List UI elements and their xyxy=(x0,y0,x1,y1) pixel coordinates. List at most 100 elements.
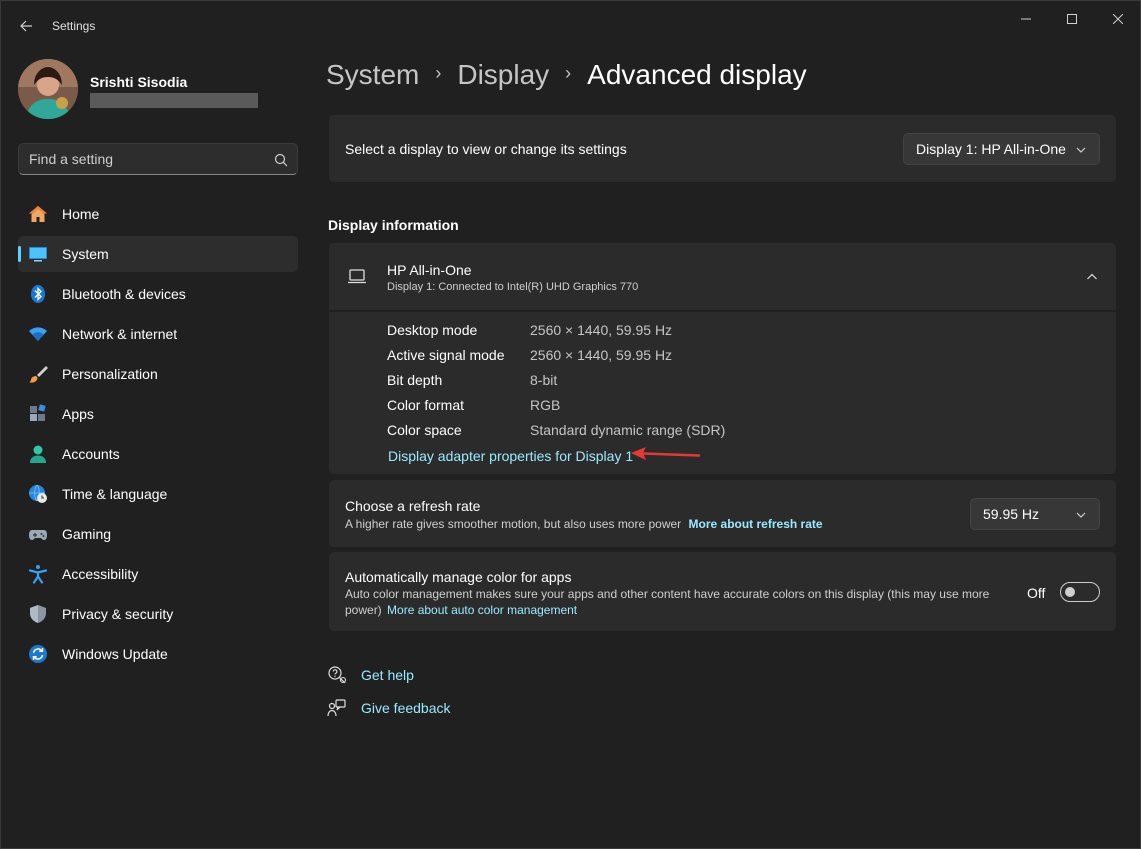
sidebar-item-accessibility[interactable]: Accessibility xyxy=(18,556,298,592)
close-button[interactable] xyxy=(1095,5,1141,33)
help-chat-icon xyxy=(328,666,347,684)
maximize-button[interactable] xyxy=(1049,5,1095,33)
info-value: 8-bit xyxy=(530,372,558,388)
back-button[interactable] xyxy=(13,11,39,41)
info-key: Active signal mode xyxy=(387,347,505,363)
gamepad-icon xyxy=(29,530,47,540)
sidebar-item-label: Home xyxy=(62,206,100,222)
info-value: RGB xyxy=(530,397,561,413)
chevron-down-icon xyxy=(1076,512,1086,518)
info-key: Desktop mode xyxy=(387,322,478,338)
chevron-down-icon xyxy=(1076,147,1086,153)
bluetooth-icon xyxy=(31,285,45,303)
info-key: Color space xyxy=(387,422,462,438)
sidebar-item-home[interactable]: Home xyxy=(18,196,298,232)
accessibility-icon xyxy=(28,565,48,584)
breadcrumb-system[interactable]: System xyxy=(326,59,419,91)
home-icon xyxy=(29,206,47,222)
refresh-rate-title: Choose a refresh rate xyxy=(345,498,481,514)
chevron-up-icon[interactable] xyxy=(1086,271,1098,283)
sidebar-item-system[interactable]: System xyxy=(18,236,298,272)
sidebar-item-label: Time & language xyxy=(62,486,168,502)
maximize-icon xyxy=(1067,14,1077,24)
auto-color-toggle[interactable] xyxy=(1060,582,1100,602)
refresh-rate-desc: A higher rate gives smoother motion, but… xyxy=(345,517,823,531)
display-name: HP All-in-One xyxy=(387,262,472,278)
display-select-dropdown[interactable]: Display 1: HP All-in-One xyxy=(903,133,1100,165)
annotation-arrow-icon xyxy=(631,447,701,460)
search-icon[interactable] xyxy=(273,152,289,168)
auto-color-desc-text: power) xyxy=(345,603,382,617)
info-value: Standard dynamic range (SDR) xyxy=(530,422,726,438)
minimize-icon xyxy=(1021,18,1031,20)
sidebar-item-label: System xyxy=(62,246,109,262)
sync-icon xyxy=(29,645,47,663)
get-help-link[interactable]: Get help xyxy=(361,667,414,683)
sidebar-item-label: Apps xyxy=(62,406,94,422)
page-title: Advanced display xyxy=(587,59,807,90)
sidebar-item-label: Privacy & security xyxy=(62,606,174,622)
get-help-row[interactable]: Get help xyxy=(327,664,414,686)
refresh-rate-card: Choose a refresh rate A higher rate give… xyxy=(329,480,1116,547)
refresh-rate-dropdown[interactable]: 59.95 Hz xyxy=(970,498,1100,530)
app-title: Settings xyxy=(52,19,96,33)
display-connection: Display 1: Connected to Intel(R) UHD Gra… xyxy=(387,281,639,293)
give-feedback-row[interactable]: Give feedback xyxy=(327,697,451,719)
auto-color-desc-line2: power) More about auto color management xyxy=(345,603,577,617)
sidebar-item-network[interactable]: Network & internet xyxy=(18,316,298,352)
sidebar-item-label: Personalization xyxy=(62,366,158,382)
sidebar-item-apps[interactable]: Apps xyxy=(18,396,298,432)
user-email-redacted xyxy=(90,93,258,108)
search-input[interactable] xyxy=(29,149,269,169)
sidebar-item-label: Bluetooth & devices xyxy=(62,286,186,302)
sidebar-item-time-language[interactable]: Time & language xyxy=(18,476,298,512)
display-info-header[interactable]: HP All-in-One Display 1: Connected to In… xyxy=(329,243,1116,310)
minimize-button[interactable] xyxy=(1003,5,1049,33)
apps-icon xyxy=(30,404,46,421)
shield-icon xyxy=(30,605,46,623)
info-key: Bit depth xyxy=(387,372,443,388)
info-key: Color format xyxy=(387,397,465,413)
globe-clock-icon xyxy=(29,484,47,503)
give-feedback-link[interactable]: Give feedback xyxy=(361,700,451,716)
monitor-icon xyxy=(29,247,47,262)
auto-color-desc-line1: Auto color management makes sure your ap… xyxy=(345,587,990,601)
more-about-auto-color-link[interactable]: More about auto color management xyxy=(387,603,577,617)
sidebar-item-gaming[interactable]: Gaming xyxy=(18,516,298,552)
title-bar: Settings xyxy=(1,1,1141,51)
sidebar-item-windows-update[interactable]: Windows Update xyxy=(18,636,298,672)
sidebar-item-label: Network & internet xyxy=(62,326,178,342)
refresh-rate-value: 59.95 Hz xyxy=(983,506,1040,522)
select-display-card: Select a display to view or change its s… xyxy=(329,115,1116,182)
close-icon xyxy=(1113,14,1123,24)
more-about-refresh-rate-link[interactable]: More about refresh rate xyxy=(689,517,823,531)
auto-color-card: Automatically manage color for apps Auto… xyxy=(329,552,1116,631)
sidebar-item-accounts[interactable]: Accounts xyxy=(18,436,298,472)
info-value: 2560 × 1440, 59.95 Hz xyxy=(530,322,673,338)
sidebar-item-label: Accounts xyxy=(62,446,120,462)
display-adapter-properties-link[interactable]: Display adapter properties for Display 1 xyxy=(388,448,633,464)
search-box[interactable] xyxy=(18,143,298,175)
toggle-knob xyxy=(1065,587,1075,597)
feedback-icon xyxy=(327,699,346,717)
breadcrumb-display[interactable]: Display xyxy=(457,59,549,91)
chevron-right-icon: › xyxy=(435,62,442,83)
laptop-icon xyxy=(348,269,366,284)
avatar xyxy=(18,59,78,119)
auto-color-toggle-state: Off xyxy=(1027,585,1046,601)
refresh-rate-desc-text: A higher rate gives smoother motion, but… xyxy=(345,517,682,531)
sidebar-item-personalization[interactable]: Personalization xyxy=(18,356,298,392)
display-select-value: Display 1: HP All-in-One xyxy=(916,141,1066,157)
sidebar-item-label: Windows Update xyxy=(62,646,168,662)
sidebar-item-bluetooth[interactable]: Bluetooth & devices xyxy=(18,276,298,312)
section-title-display-info: Display information xyxy=(328,217,459,233)
sidebar-item-privacy[interactable]: Privacy & security xyxy=(18,596,298,632)
auto-color-title: Automatically manage color for apps xyxy=(345,569,572,585)
user-name: Srishti Sisodia xyxy=(90,74,188,90)
settings-window: Settings Srishti Sisodia Find a setting … xyxy=(0,0,1141,849)
brush-icon xyxy=(29,366,48,383)
breadcrumb: System › Display › Advanced display xyxy=(326,59,807,91)
person-icon xyxy=(30,445,46,463)
chevron-right-icon: › xyxy=(565,62,572,83)
display-info-details: Desktop mode 2560 × 1440, 59.95 Hz Activ… xyxy=(329,312,1116,474)
